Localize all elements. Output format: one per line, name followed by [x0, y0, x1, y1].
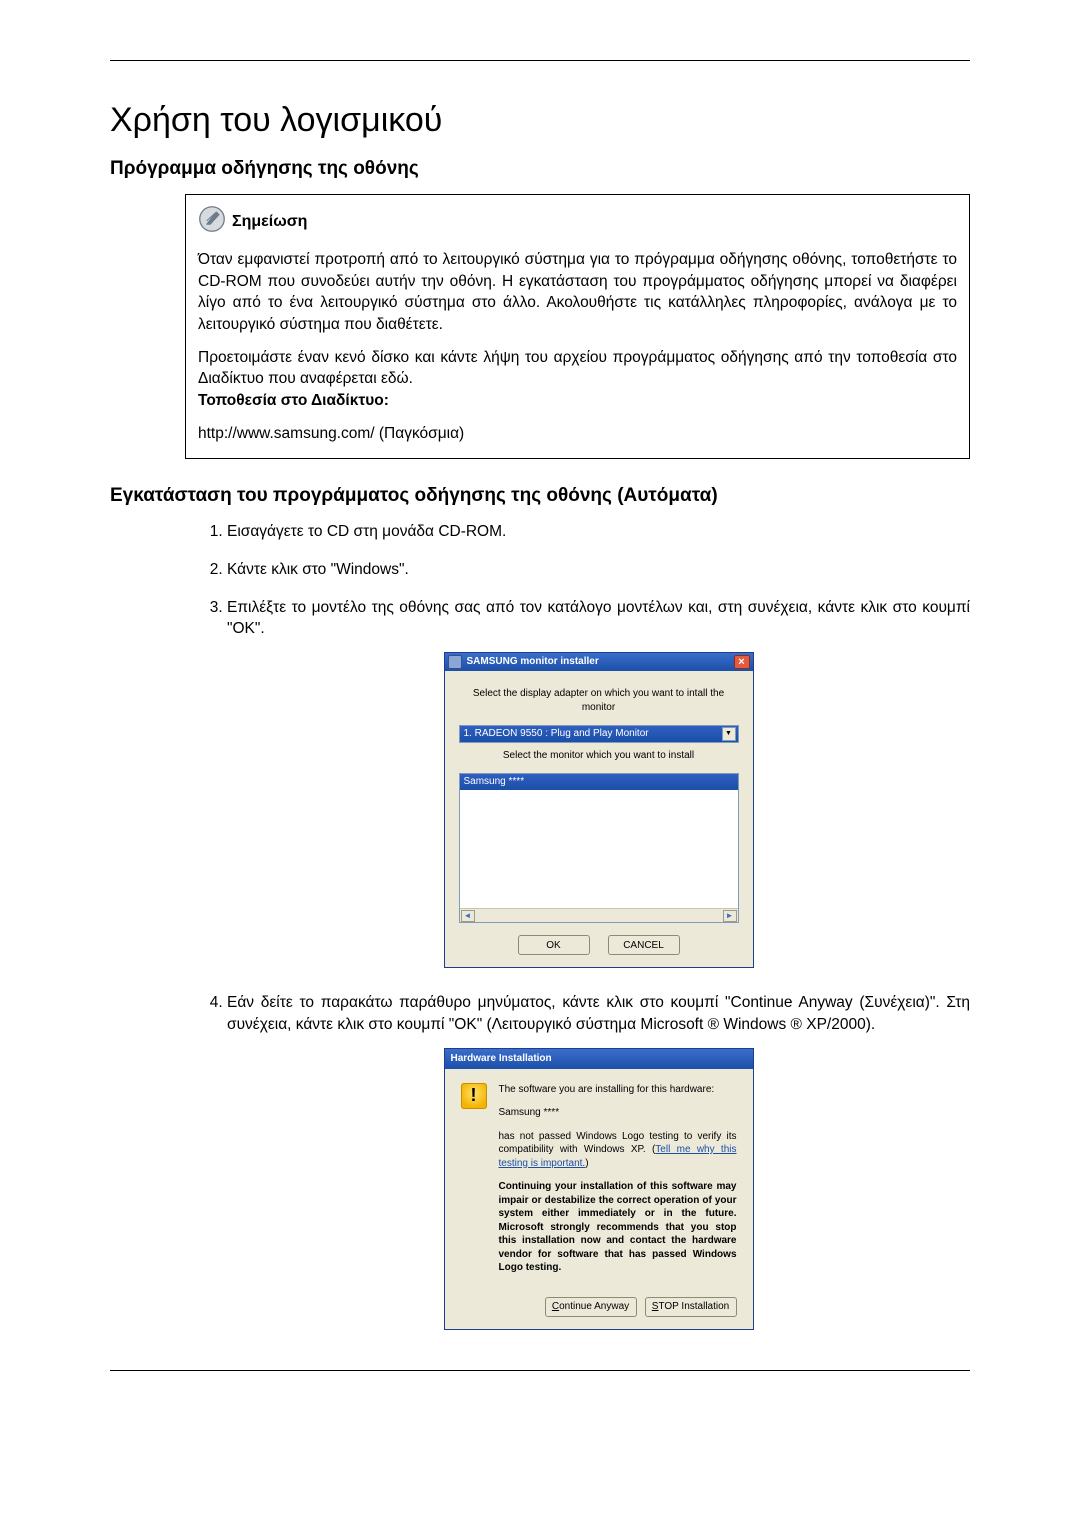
hw-body: ! The software you are installing for th… [445, 1069, 753, 1329]
note-paragraph-2: Προετοιμάστε έναν κενό δίσκο και κάντε λ… [198, 347, 957, 411]
chevron-down-icon[interactable]: ▼ [722, 727, 736, 741]
note-header: Σημείωση [198, 205, 957, 239]
note-paragraph-2-text: Προετοιμάστε έναν κενό δίσκο και κάντε λ… [198, 349, 957, 387]
hw-text: The software you are installing for this… [499, 1083, 737, 1285]
hw-paragraph-3: Continuing your installation of this sof… [499, 1180, 737, 1275]
install-steps: Εισαγάγετε το CD στη μονάδα CD-ROM. Κάντ… [195, 521, 970, 1329]
adapter-select-value: 1. RADEON 9550 : Plug and Play Monitor [464, 727, 649, 741]
hw-paragraph-1: The software you are installing for this… [499, 1083, 737, 1097]
monitor-label: Select the monitor which you want to ins… [459, 749, 739, 763]
installer-button-row: OK CANCEL [459, 935, 739, 955]
listbox-horizontal-scrollbar[interactable]: ◄ ► [460, 908, 738, 922]
installer-title: SAMSUNG monitor installer [467, 655, 734, 669]
hardware-installation-screenshot: Hardware Installation ! The software you… [227, 1048, 970, 1330]
hw-paragraph-2: has not passed Windows Logo testing to v… [499, 1130, 737, 1171]
section-heading-install: Εγκατάσταση του προγράμματος οδήγησης τη… [110, 485, 970, 507]
installer-body: Select the display adapter on which you … [445, 671, 753, 967]
cancel-button[interactable]: CANCEL [608, 935, 680, 955]
close-icon[interactable]: × [734, 655, 750, 669]
page-title: Χρήση του λογισμικού [110, 101, 970, 140]
installer-titlebar: SAMSUNG monitor installer × [445, 653, 753, 671]
step-3: Επιλέξτε το μοντέλο της οθόνης σας από τ… [227, 597, 970, 968]
scroll-right-icon[interactable]: ► [723, 910, 737, 922]
step-2: Κάντε κλικ στο "Windows". [227, 559, 970, 581]
hw-button-row: Continue Anyway STOP Installation [461, 1297, 737, 1317]
scroll-left-icon[interactable]: ◄ [461, 910, 475, 922]
installer-screenshot: SAMSUNG monitor installer × Select the d… [227, 652, 970, 968]
note-internet-label: Τοποθεσία στο Διαδίκτυο: [198, 392, 389, 409]
step-4: Εάν δείτε το παρακάτω παράθυρο μηνύματος… [227, 992, 970, 1329]
hardware-installation-dialog: Hardware Installation ! The software you… [444, 1048, 754, 1330]
hw-titlebar: Hardware Installation [445, 1049, 753, 1069]
ok-button[interactable]: OK [518, 935, 590, 955]
warning-icon: ! [461, 1083, 487, 1109]
bottom-divider [110, 1370, 970, 1371]
monitor-list-item-selected[interactable]: Samsung **** [460, 774, 738, 790]
stop-installation-button[interactable]: STOP Installation [645, 1297, 737, 1317]
installer-app-icon [448, 655, 462, 669]
section-heading-driver: Πρόγραμμα οδήγησης της οθόνης [110, 158, 970, 180]
step-4-text: Εάν δείτε το παρακάτω παράθυρο μηνύματος… [227, 994, 970, 1033]
adapter-label: Select the display adapter on which you … [459, 687, 739, 715]
step-1: Εισαγάγετε το CD στη μονάδα CD-ROM. [227, 521, 970, 543]
monitor-listbox[interactable]: Samsung **** ◄ ► [459, 773, 739, 923]
step-3-text: Επιλέξτε το μοντέλο της οθόνης σας από τ… [227, 599, 970, 638]
note-box: Σημείωση Όταν εμφανιστεί προτροπή από το… [185, 194, 970, 459]
note-label: Σημείωση [232, 211, 307, 233]
hw-device-name: Samsung **** [499, 1106, 737, 1120]
note-icon [198, 205, 226, 239]
hw-p2b: ) [585, 1158, 588, 1169]
top-divider [110, 60, 970, 61]
continue-anyway-button[interactable]: Continue Anyway [545, 1297, 637, 1317]
hw-body-row: ! The software you are installing for th… [461, 1083, 737, 1285]
installer-dialog: SAMSUNG monitor installer × Select the d… [444, 652, 754, 968]
note-url: http://www.samsung.com/ (Παγκόσμια) [198, 423, 957, 444]
note-paragraph-1: Όταν εμφανιστεί προτροπή από το λειτουργ… [198, 249, 957, 335]
adapter-select[interactable]: 1. RADEON 9550 : Plug and Play Monitor ▼ [459, 725, 739, 743]
